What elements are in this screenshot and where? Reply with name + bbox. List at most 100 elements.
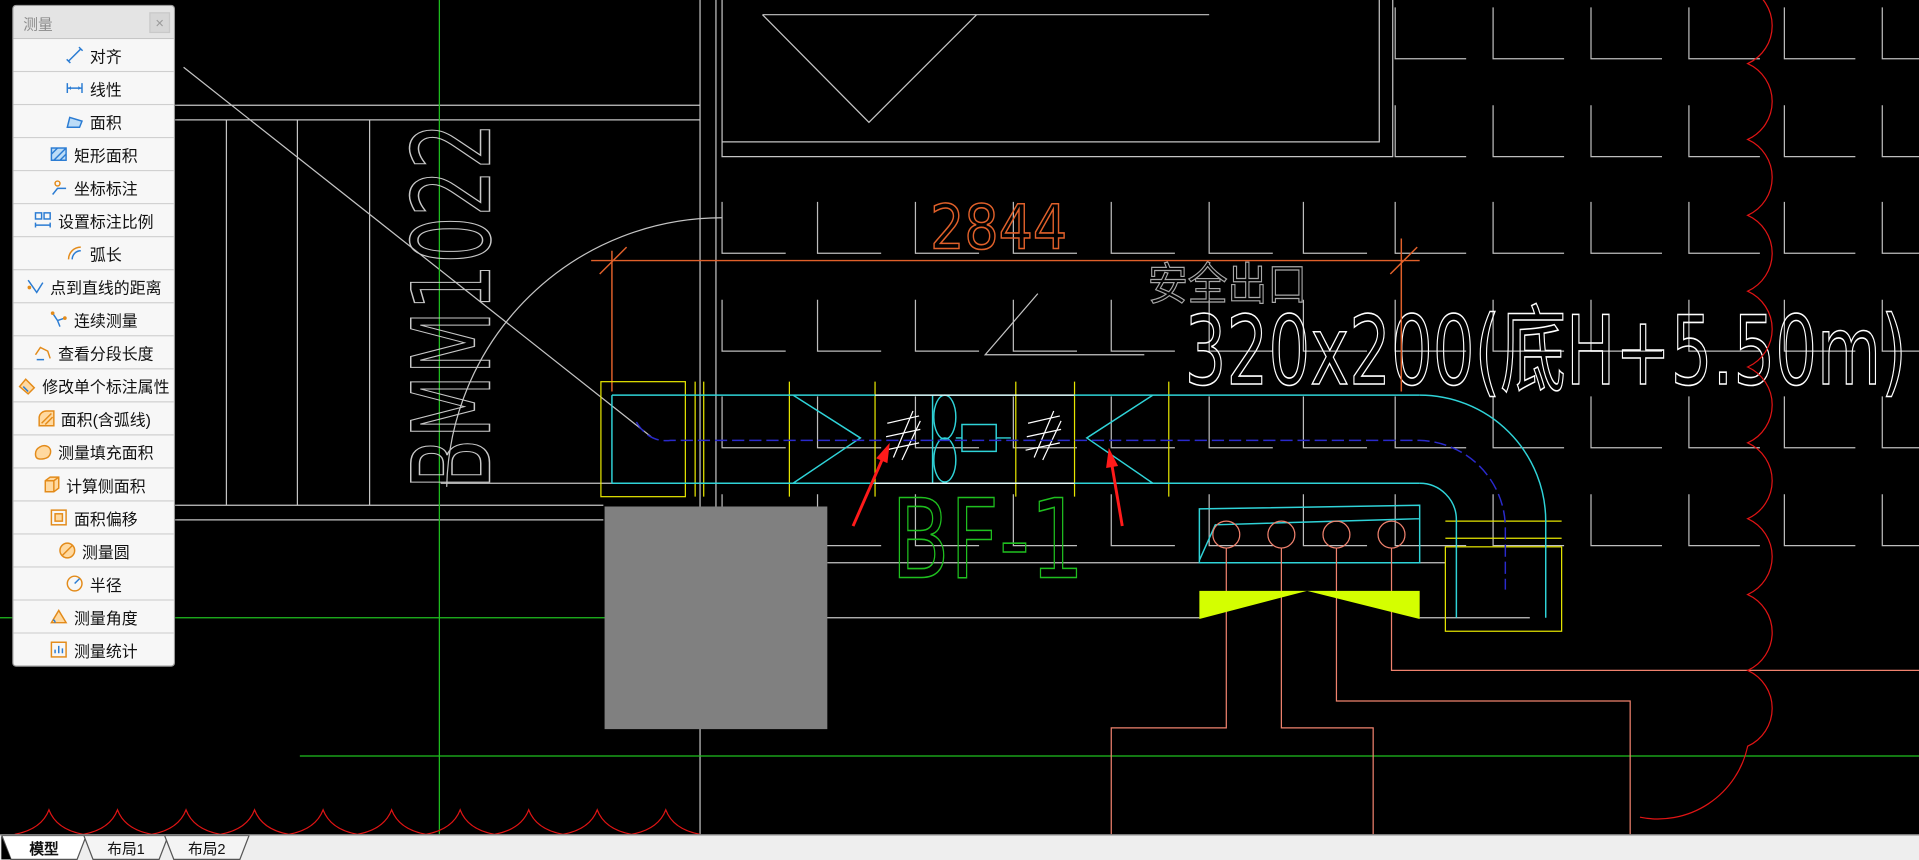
grid-corner-line — [1302, 201, 1368, 254]
area-icon — [65, 111, 85, 131]
measure-tool-label: 半径 — [89, 575, 122, 594]
grid-corner-line — [1590, 201, 1662, 254]
grid-corner-line — [1881, 7, 1919, 60]
diffuser-box — [1198, 504, 1421, 564]
measure-tool-radius[interactable]: 半径 — [13, 567, 174, 601]
tab-model[interactable]: 模型 — [1, 835, 87, 860]
measure-tool-statistics[interactable]: 测量统计 — [13, 633, 174, 666]
close-button[interactable]: × — [149, 12, 171, 34]
duct-elbow-outer — [1419, 394, 1547, 618]
scale-icon — [34, 210, 54, 230]
grid-corner-line — [1688, 7, 1760, 60]
arrow-left-head — [876, 442, 890, 464]
grid-corner-line — [914, 299, 980, 352]
equipment-tag-text: BF-1 — [891, 475, 1084, 603]
measure-tool-label: 面积偏移 — [74, 509, 138, 528]
measure-tool-segment-length[interactable]: 查看分段长度 — [13, 336, 174, 370]
measure-tool-fill-area[interactable]: 测量填充面积 — [13, 435, 174, 469]
grid-corner-line — [1394, 105, 1467, 158]
revision-cloud-right — [1639, 0, 1773, 820]
fan-blade-upper — [933, 394, 957, 440]
measure-tool-label: 点到直线的距离 — [50, 278, 162, 297]
reducer-right — [1085, 394, 1154, 484]
edit-dimension-icon — [18, 376, 38, 396]
measure-tool-label: 修改单个标注属性 — [42, 377, 170, 396]
pipe-circle — [1377, 520, 1406, 549]
palette-item-list: 对齐线性 面积矩形面积坐标标注设置标注比例弧长点到直线的距离 连续测量查看分段长度修… — [13, 39, 174, 666]
measure-tool-rect-area[interactable]: 矩形面积 — [13, 138, 174, 172]
pipe-connections — [1110, 520, 1919, 835]
door-tag-text: BMM1022 — [391, 122, 516, 489]
grid-corner-line — [1881, 105, 1919, 158]
grid-corner-line — [1110, 201, 1175, 254]
top-triangle-symbol — [762, 14, 1210, 124]
grid-corner-line — [1881, 494, 1919, 547]
measure-tool-area[interactable]: 面积 — [13, 105, 174, 139]
measure-tool-continuous-measure[interactable]: 连续测量 — [13, 303, 174, 337]
measure-tool-label: 计算侧面积 — [66, 476, 146, 495]
pipe-circle — [1267, 520, 1296, 549]
grid-corner-line — [1881, 201, 1919, 254]
grid-corner-line — [816, 299, 882, 352]
measure-tool-angle[interactable]: 测量角度 — [13, 600, 174, 634]
measure-tool-label: 对齐 — [89, 47, 122, 66]
drawing-canvas[interactable]: BMM1022 安全出口 320x200(底H+5.50m) 2844 BF-1 — [0, 0, 1919, 835]
grille-fill — [1199, 590, 1420, 620]
grid-corner-line — [1783, 201, 1856, 254]
point-to-line-icon — [26, 276, 46, 296]
riser-flange-lines — [1445, 520, 1562, 539]
measure-tool-label: 测量统计 — [74, 641, 138, 660]
measure-tool-circle[interactable]: 测量圆 — [13, 534, 174, 568]
side-area-icon — [42, 475, 62, 495]
measure-tool-edit-dimension[interactable]: 修改单个标注属性 — [13, 369, 174, 403]
measure-tool-label: 设置标注比例 — [58, 212, 154, 231]
arc-length-icon — [65, 243, 85, 263]
palette-title: 测量 — [23, 15, 53, 34]
measure-tool-linear-dimension[interactable]: 线性 — [13, 72, 174, 106]
measure-tool-arc-length[interactable]: 弧长 — [13, 237, 174, 271]
architecture-layer — [173, 0, 1530, 835]
tab-label: 模型 — [29, 840, 59, 858]
exit-leader-line — [983, 293, 1145, 356]
riser-outline — [1444, 546, 1563, 632]
pipe-circle — [1322, 520, 1351, 549]
measure-tool-label: 面积(含弧线) — [60, 410, 151, 429]
grid-corner-line — [1394, 7, 1467, 60]
linear-dimension-icon — [65, 78, 85, 98]
align-icon — [65, 45, 85, 65]
tab-label: 布局2 — [188, 840, 226, 858]
measure-palette[interactable]: 测量 × 对齐线性 面积矩形面积坐标标注设置标注比例弧长点到直线的距离 连续测量查看… — [12, 4, 176, 667]
measure-tool-arc-area[interactable]: 面积(含弧线) — [13, 402, 174, 436]
fire-dampers — [875, 394, 1075, 484]
tab-layout1[interactable]: 布局1 — [83, 835, 169, 860]
dimension-value-text: 2844 — [930, 192, 1067, 263]
revision-cloud — [14, 0, 1773, 835]
measure-tool-point-to-line[interactable]: 点到直线的距离 — [13, 270, 174, 304]
equipment-block — [604, 506, 828, 730]
grid-corner-line — [1492, 201, 1565, 254]
duct-size-text: 320x200(底H+5.50m) — [1185, 295, 1907, 407]
measure-tool-area-offset[interactable]: 面积偏移 — [13, 501, 174, 535]
statistics-icon — [50, 640, 70, 660]
grid-corner-line — [816, 201, 882, 254]
grid-corner-line — [1012, 299, 1077, 352]
grid-corner-line — [1492, 105, 1565, 158]
duct-elbow-inner — [1419, 482, 1458, 618]
tab-layout2[interactable]: 布局2 — [163, 835, 250, 860]
measure-tool-side-area[interactable]: 计算侧面积 — [13, 468, 174, 502]
measure-tool-scale[interactable]: 设置标注比例 — [13, 204, 174, 238]
structural-grid-lines — [721, 7, 1919, 547]
grid-corner-line — [1590, 105, 1662, 158]
measure-tool-label: 矩形面积 — [74, 146, 138, 165]
measure-tool-coordinate[interactable]: 坐标标注 — [13, 171, 174, 205]
grid-corner-line — [1394, 201, 1467, 254]
arc-area-icon — [36, 409, 56, 429]
palette-title-bar[interactable]: 测量 × — [13, 6, 174, 40]
measure-tool-align[interactable]: 对齐 — [13, 39, 174, 73]
fill-area-icon — [34, 442, 54, 462]
circle-icon — [58, 541, 78, 561]
measure-tool-label: 连续测量 — [74, 311, 138, 330]
grid-corner-line — [1208, 201, 1273, 254]
coordinate-icon — [50, 177, 70, 197]
reducer-left — [792, 394, 862, 484]
